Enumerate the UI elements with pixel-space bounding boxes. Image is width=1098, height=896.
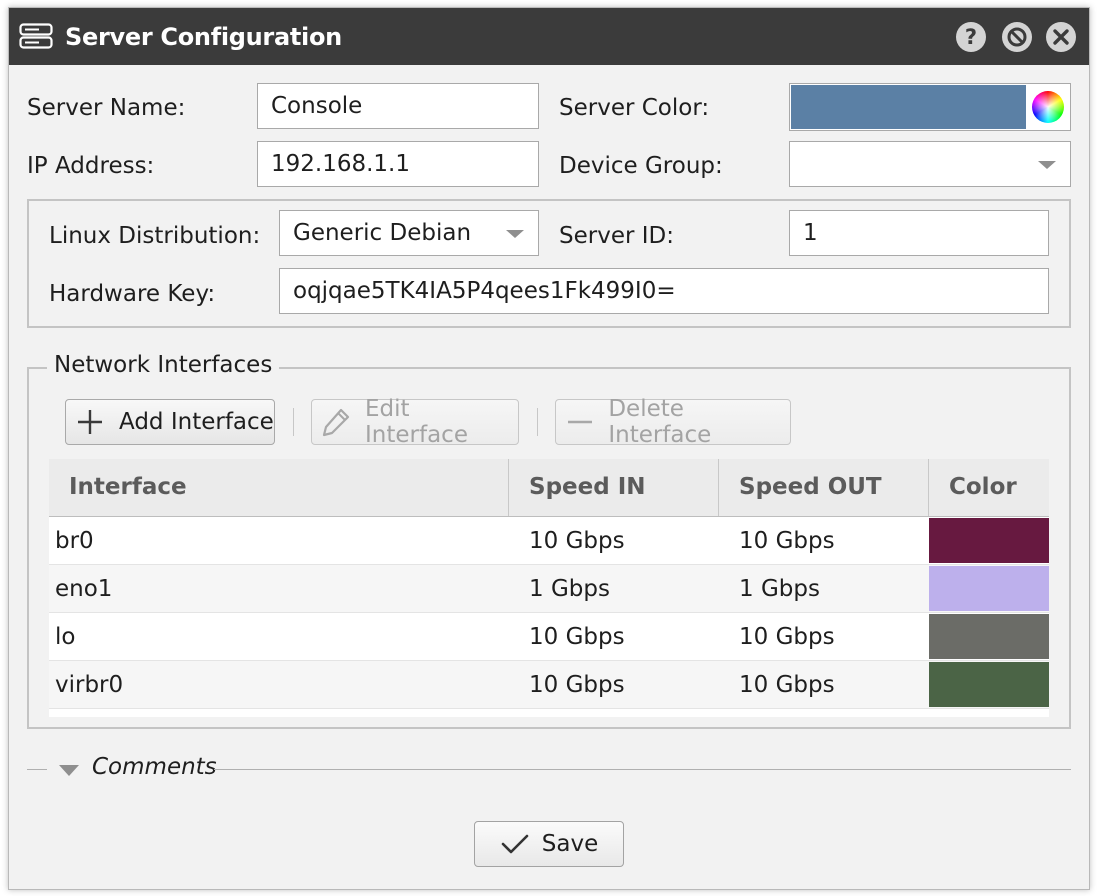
interface-color-swatch: [929, 662, 1049, 707]
server-id-input[interactable]: 1: [789, 210, 1049, 256]
svg-text:?: ?: [965, 25, 977, 49]
minus-icon: [565, 407, 594, 437]
table-header: Interface Speed IN Speed OUT Color: [49, 459, 1049, 517]
plus-icon: [75, 407, 105, 437]
column-header-interface[interactable]: Interface: [49, 459, 509, 516]
add-interface-button[interactable]: Add Interface: [65, 399, 275, 445]
table-row[interactable]: eno1 1 Gbps 1 Gbps: [49, 565, 1049, 613]
comments-toggle[interactable]: Comments: [92, 754, 217, 780]
comments-divider: [214, 769, 1071, 770]
add-interface-label: Add Interface: [119, 409, 274, 435]
interface-name: br0: [55, 528, 94, 554]
column-header-speed-out[interactable]: Speed OUT: [719, 459, 929, 516]
table-row[interactable]: virbr0 10 Gbps 10 Gbps: [49, 661, 1049, 709]
interface-color-swatch: [929, 566, 1049, 611]
title-bar[interactable]: Server Configuration ?: [9, 8, 1089, 65]
server-name-input[interactable]: Console: [257, 83, 539, 129]
chevron-down-icon[interactable]: [506, 230, 524, 238]
speed-out: 10 Gbps: [739, 624, 835, 650]
interfaces-table: Interface Speed IN Speed OUT Color br0 1…: [49, 459, 1049, 717]
comments-divider: [27, 769, 47, 770]
device-group-label: Device Group:: [559, 153, 723, 179]
edit-interface-button[interactable]: Edit Interface: [311, 396, 519, 448]
color-wheel-icon[interactable]: [1032, 91, 1064, 123]
linux-distribution-value: Generic Debian: [293, 220, 472, 246]
chevron-down-icon[interactable]: [1038, 161, 1056, 169]
interface-name: eno1: [55, 576, 113, 602]
toolbar-separator: [537, 408, 538, 436]
chevron-down-icon[interactable]: [59, 765, 79, 776]
server-icon: [19, 23, 53, 54]
column-header-color[interactable]: Color: [929, 459, 1049, 516]
speed-in: 10 Gbps: [529, 624, 625, 650]
server-color-label: Server Color:: [559, 95, 710, 121]
interface-color-swatch: [929, 518, 1049, 563]
pencil-icon: [321, 407, 351, 437]
speed-out: 10 Gbps: [739, 528, 835, 554]
delete-interface-button[interactable]: Delete Interface: [555, 396, 791, 448]
ip-address-label: IP Address:: [27, 153, 155, 179]
block-icon[interactable]: [1002, 22, 1032, 52]
toolbar-separator: [293, 408, 294, 436]
speed-in: 10 Gbps: [529, 672, 625, 698]
server-color-picker[interactable]: [789, 83, 1071, 131]
speed-out: 1 Gbps: [739, 576, 820, 602]
column-header-speed-in[interactable]: Speed IN: [509, 459, 719, 516]
speed-out: 10 Gbps: [739, 672, 835, 698]
server-color-swatch[interactable]: [791, 85, 1026, 129]
edit-interface-label: Edit Interface: [365, 396, 468, 448]
interface-color-swatch: [929, 614, 1049, 659]
checkmark-icon: [500, 832, 530, 856]
server-id-label: Server ID:: [559, 223, 674, 249]
speed-in: 10 Gbps: [529, 528, 625, 554]
hardware-key-label: Hardware Key:: [49, 281, 216, 307]
network-interfaces-legend: Network Interfaces: [47, 352, 280, 378]
delete-interface-label: Delete Interface: [608, 396, 712, 448]
server-name-label: Server Name:: [27, 95, 186, 121]
server-configuration-dialog: Server Configuration ? Server Name: Cons…: [8, 7, 1090, 890]
table-row[interactable]: lo 10 Gbps 10 Gbps: [49, 613, 1049, 661]
window-title: Server Configuration: [65, 23, 342, 51]
hardware-key-input[interactable]: oqjqae5TK4IA5P4qees1Fk499I0=: [279, 268, 1049, 314]
help-icon[interactable]: ?: [956, 22, 986, 52]
linux-distribution-select[interactable]: Generic Debian: [279, 210, 539, 256]
speed-in: 1 Gbps: [529, 576, 610, 602]
device-group-select[interactable]: [789, 141, 1071, 187]
interface-name: lo: [55, 624, 76, 650]
save-button[interactable]: Save: [474, 821, 624, 867]
table-row[interactable]: br0 10 Gbps 10 Gbps: [49, 517, 1049, 565]
ip-address-input[interactable]: 192.168.1.1: [257, 141, 539, 187]
save-label: Save: [541, 831, 599, 857]
interface-name: virbr0: [55, 672, 124, 698]
linux-distribution-label: Linux Distribution:: [49, 223, 261, 249]
close-icon[interactable]: [1046, 22, 1076, 52]
